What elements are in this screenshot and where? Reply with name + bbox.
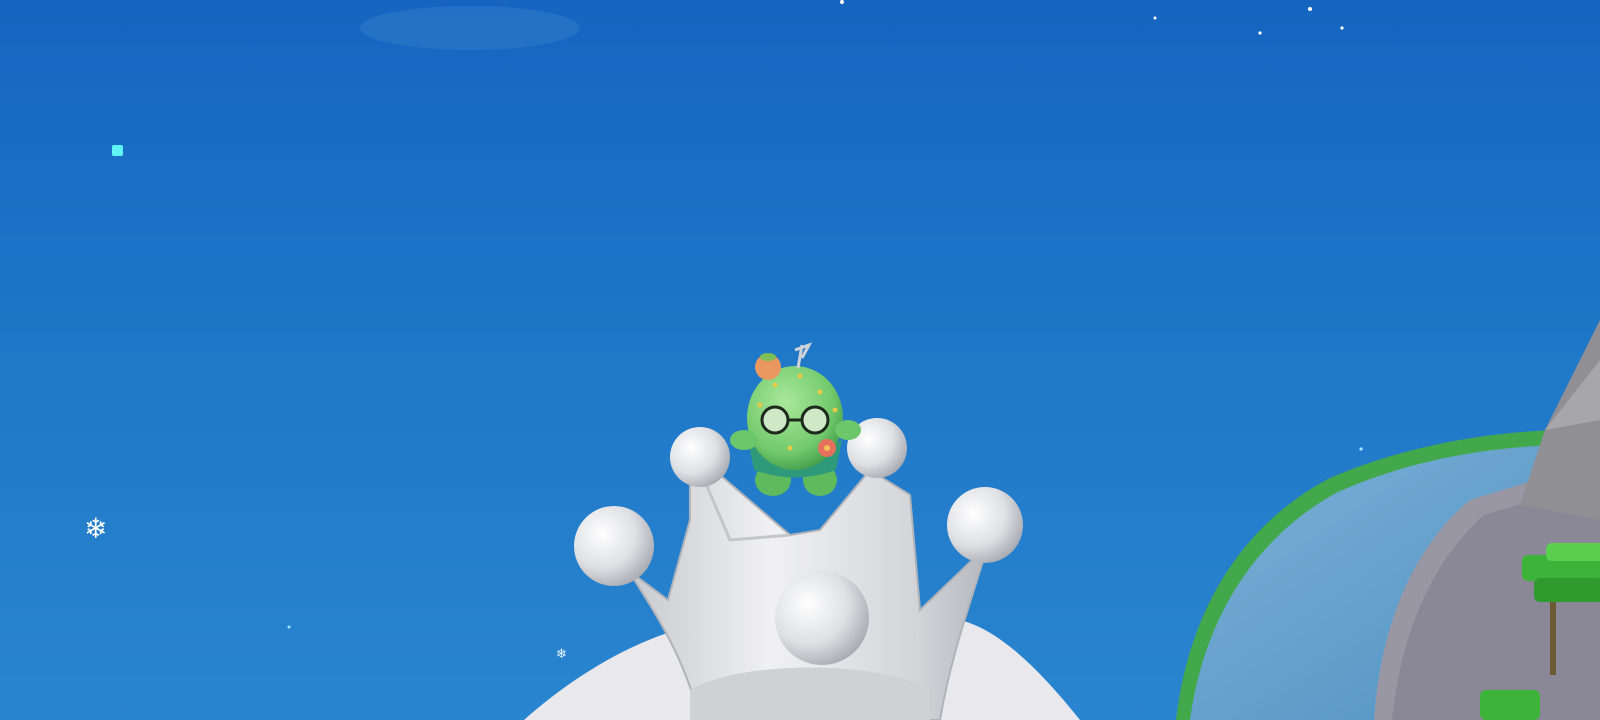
game-viewport[interactable]: ❄ ❄ <box>0 0 1600 720</box>
cloud-wisp <box>360 6 580 50</box>
snowflake-small-icon: ❄ <box>556 647 567 662</box>
snowflake-icon: ❄ <box>84 512 107 545</box>
cyan-square-icon <box>112 145 123 156</box>
